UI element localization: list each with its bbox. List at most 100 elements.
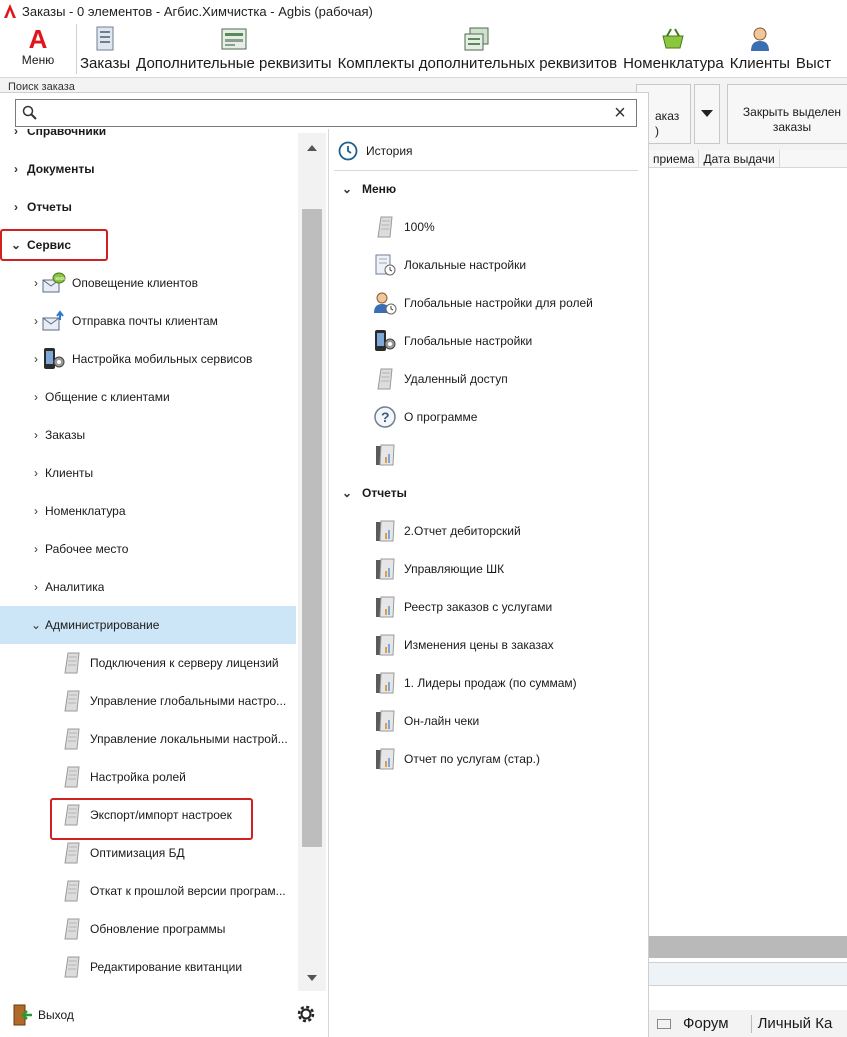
tree-node-receipt-editing[interactable]: Редактирование квитанции xyxy=(0,948,296,986)
chevron-right-icon: › xyxy=(14,162,18,176)
menu-item-remote-access[interactable]: Удаленный доступ xyxy=(330,360,648,398)
ribbon-more[interactable]: Выст xyxy=(793,21,834,77)
title-bar: Заказы - 0 элементов - Агбис.Химчистка -… xyxy=(0,0,847,22)
gear-icon[interactable] xyxy=(295,1003,317,1025)
chevron-down-icon: ⌄ xyxy=(30,618,42,632)
report-item-receivables[interactable]: 2.Отчет дебиторский xyxy=(330,512,648,550)
exit-button[interactable]: Выход xyxy=(12,1003,74,1027)
ribbon-clients[interactable]: Клиенты xyxy=(727,21,793,77)
ribbon-attribute-bundles[interactable]: Комплекты дополнительных реквизитов xyxy=(335,21,621,77)
tree-node-export-import-settings[interactable]: Экспорт/импорт настроек xyxy=(0,796,296,834)
basket-icon xyxy=(660,25,686,53)
personal-account-link[interactable]: Личный Ка xyxy=(758,1015,833,1032)
svg-text:?: ? xyxy=(381,409,390,425)
chevron-down-icon: ⌄ xyxy=(341,486,353,500)
grid-column-header[interactable]: Дата выдачи xyxy=(699,149,780,168)
ribbon-orders[interactable]: Заказы xyxy=(77,21,133,77)
tree-node-client-notifications[interactable]: › SMS Оповещение клиентов xyxy=(0,264,296,302)
menu-tree: › Справочники › Документы › Отчеты ⌄ Сер… xyxy=(0,129,296,991)
orders-icon xyxy=(94,25,116,53)
report-item-price-changes[interactable]: Изменения цены в заказах xyxy=(330,626,648,664)
section-title: Отчеты xyxy=(362,486,407,500)
scroll-down-icon[interactable] xyxy=(307,975,317,981)
tree-node-local-settings-mgmt[interactable]: Управление локальными настрой... xyxy=(0,720,296,758)
tree-node-service[interactable]: ⌄ Сервис xyxy=(0,226,296,264)
menu-section-reports[interactable]: ⌄ Отчеты xyxy=(330,474,648,512)
grid-column-header[interactable]: приема xyxy=(649,149,700,168)
scrollbar-thumb[interactable] xyxy=(302,209,322,847)
tree-node-administration[interactable]: ⌄ Администрирование xyxy=(0,606,296,644)
clear-search-icon[interactable]: × xyxy=(610,102,630,124)
chevron-down-icon: ⌄ xyxy=(341,182,353,196)
tree-node-license-server[interactable]: Подключения к серверу лицензий xyxy=(0,644,296,682)
grid-header: приема Дата выдачи xyxy=(649,149,847,168)
tree-node-analytics[interactable]: › Аналитика xyxy=(0,568,296,606)
report-icon xyxy=(372,708,398,734)
role-settings-icon xyxy=(372,290,398,316)
menu-item-unnamed-report[interactable] xyxy=(330,436,648,474)
menu-search-box[interactable]: × xyxy=(15,99,637,127)
tree-node-clients[interactable]: › Клиенты xyxy=(0,454,296,492)
tree-node-directories[interactable]: › Справочники xyxy=(0,129,296,150)
report-item-services-old[interactable]: Отчет по услугам (стар.) xyxy=(330,740,648,778)
tree-node-program-update[interactable]: Обновление программы xyxy=(0,910,296,948)
ribbon-nomenclature[interactable]: Номенклатура xyxy=(620,21,727,77)
menu-item-global-settings[interactable]: Глобальные настройки xyxy=(330,322,648,360)
dropdown-button[interactable] xyxy=(694,84,720,144)
tree-node-reports[interactable]: › Отчеты xyxy=(0,188,296,226)
menu-list: История ⌄ Меню 100% Локальные настройки … xyxy=(330,129,648,999)
close-selected-orders-button[interactable]: Закрыть выделен заказы xyxy=(727,84,847,144)
window-title: Заказы - 0 элементов - Агбис.Химчистка -… xyxy=(22,3,373,19)
tree-node-nomenclature[interactable]: › Номенклатура xyxy=(0,492,296,530)
chevron-right-icon: › xyxy=(34,390,38,404)
chevron-down-icon xyxy=(701,107,713,121)
menu-item-100-percent[interactable]: 100% xyxy=(330,208,648,246)
report-icon xyxy=(372,746,398,772)
report-item-control-barcodes[interactable]: Управляющие ШК xyxy=(330,550,648,588)
ribbon-extra-attributes[interactable]: Дополнительные реквизиты xyxy=(133,21,334,77)
history-item[interactable]: История xyxy=(330,132,648,170)
forum-link[interactable]: Форум xyxy=(683,1015,729,1032)
tree-node-documents[interactable]: › Документы xyxy=(0,150,296,188)
mobile-settings-icon xyxy=(42,347,66,371)
tree-node-client-communication[interactable]: › Общение с клиентами xyxy=(0,378,296,416)
document-icon xyxy=(60,765,84,789)
tree-node-roles-setup[interactable]: Настройка ролей xyxy=(0,758,296,796)
report-icon xyxy=(372,670,398,696)
chevron-right-icon: › xyxy=(34,504,38,518)
section-title: Меню xyxy=(362,182,397,196)
report-icon xyxy=(372,632,398,658)
tree-node-orders[interactable]: › Заказы xyxy=(0,416,296,454)
scroll-up-icon[interactable] xyxy=(307,145,317,151)
exit-label: Выход xyxy=(38,1008,74,1022)
chevron-down-icon: ⌄ xyxy=(10,238,22,252)
tree-scrollbar[interactable] xyxy=(298,133,326,993)
document-icon xyxy=(60,651,84,675)
local-settings-icon xyxy=(372,252,398,278)
chevron-right-icon: › xyxy=(34,276,38,290)
document-icon xyxy=(60,841,84,865)
document-icon xyxy=(60,803,84,827)
mail-send-icon xyxy=(42,309,66,333)
tree-node-db-optimization[interactable]: Оптимизация БД xyxy=(0,834,296,872)
menu-item-local-settings[interactable]: Локальные настройки xyxy=(330,246,648,284)
close-selected-label: Закрыть выделен заказы xyxy=(742,105,842,134)
menu-section-menu[interactable]: ⌄ Меню xyxy=(330,170,648,208)
tree-node-global-settings-mgmt[interactable]: Управление глобальными настро... xyxy=(0,682,296,720)
grid-horizontal-scrollbar[interactable] xyxy=(649,936,847,958)
ribbon: A Меню Заказы Дополнительные реквизиты К… xyxy=(0,22,847,78)
tree-node-mobile-services[interactable]: › Настройка мобильных сервисов xyxy=(0,340,296,378)
mail-icon xyxy=(657,1018,671,1029)
tree-node-workplace[interactable]: › Рабочее место xyxy=(0,530,296,568)
report-item-sales-leaders[interactable]: 1. Лидеры продаж (по суммам) xyxy=(330,664,648,702)
ribbon-nomenclature-label: Номенклатура xyxy=(623,55,724,72)
menu-button[interactable]: A Меню xyxy=(0,21,76,77)
menu-item-about[interactable]: ? О программе xyxy=(330,398,648,436)
menu-item-role-global-settings[interactable]: Глобальные настройки для ролей xyxy=(330,284,648,322)
clock-icon xyxy=(336,138,360,164)
report-item-orders-registry[interactable]: Реестр заказов с услугами xyxy=(330,588,648,626)
tree-node-rollback-version[interactable]: Откат к прошлой версии програм... xyxy=(0,872,296,910)
report-item-online-receipts[interactable]: Он-лайн чеки xyxy=(330,702,648,740)
tree-node-send-mail[interactable]: › Отправка почты клиентам xyxy=(0,302,296,340)
menu-search-input[interactable] xyxy=(44,103,604,123)
